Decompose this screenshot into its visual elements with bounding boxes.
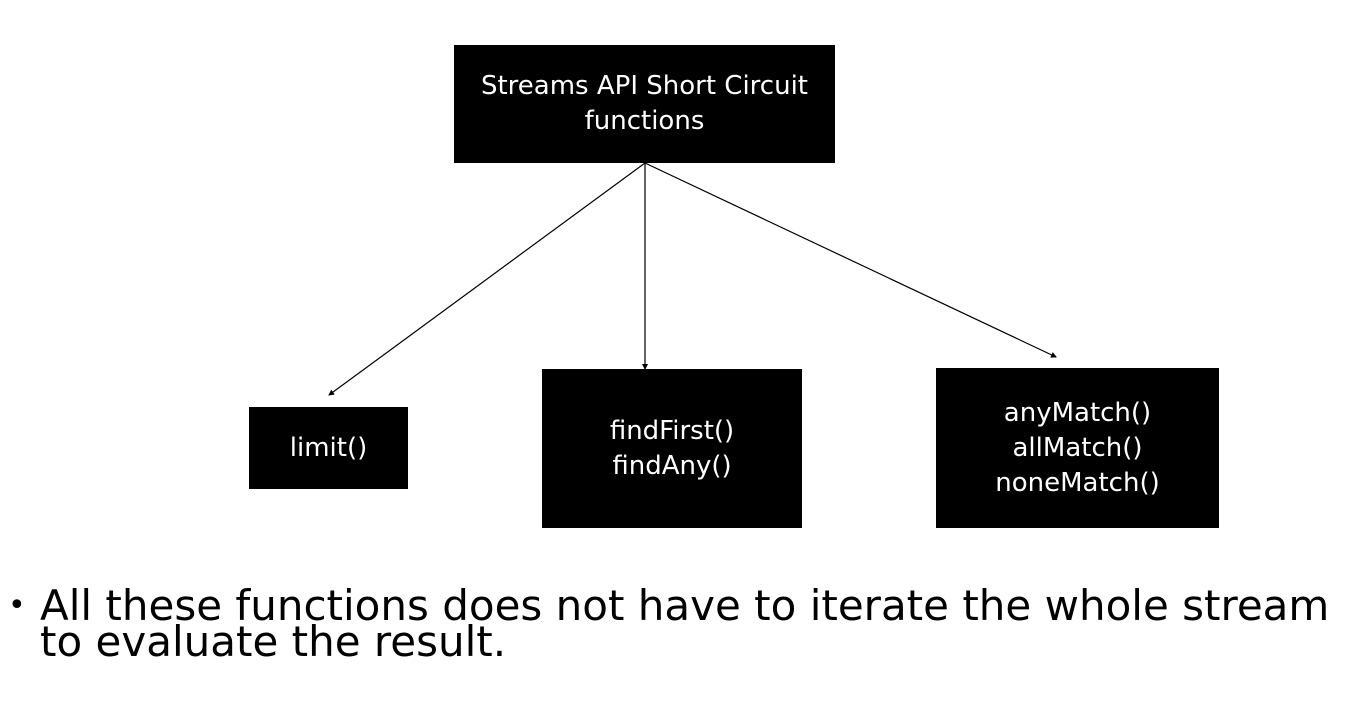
find-first-label: findFirst() [609,415,735,446]
slide-canvas: Streams API Short Circuit functions limi… [0,0,1356,714]
connector-to-limit [328,162,646,396]
root-node: Streams API Short Circuit functions [454,45,835,163]
find-any-label: findAny() [612,450,732,481]
bullet-point: • All these functions does not have to i… [8,581,1348,666]
root-node-line-1: Streams API Short Circuit [480,71,808,101]
none-match-label: noneMatch() [995,467,1160,498]
any-match-label: anyMatch() [1003,397,1152,428]
connector-to-match [644,162,1057,358]
find-node: findFirst() findAny() [542,369,802,528]
limit-node: limit() [249,407,408,489]
all-match-label: allMatch() [1012,432,1143,463]
bullet-text: All these functions does not have to ite… [40,581,1330,666]
match-node: anyMatch() allMatch() noneMatch() [936,368,1219,528]
limit-node-label: limit() [289,432,368,463]
bullet-dot-icon: • [8,588,26,623]
root-node-line-2: functions [584,106,705,136]
